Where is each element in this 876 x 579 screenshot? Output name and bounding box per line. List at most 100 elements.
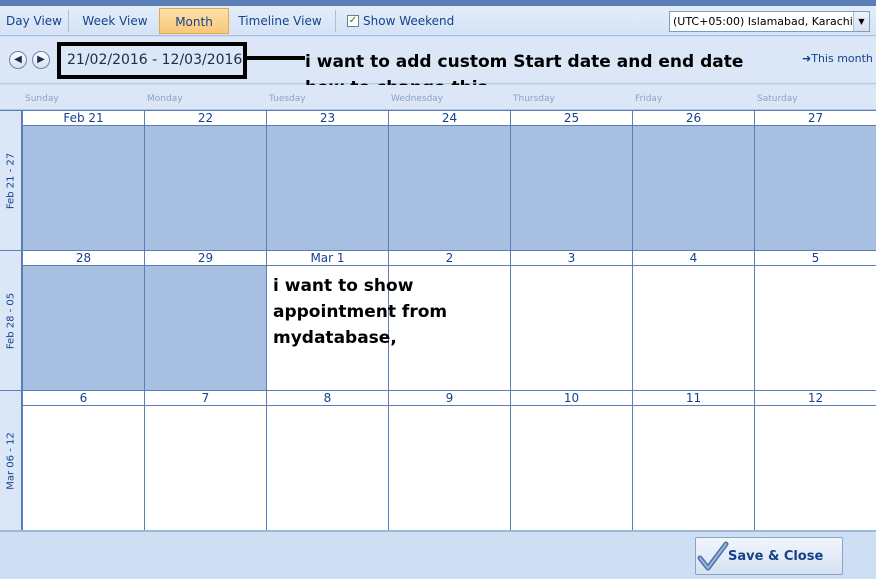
annotation-appointment-text: i want to show appointment from mydataba… (273, 276, 448, 348)
day-cell-body[interactable] (633, 266, 754, 390)
save-close-label: Save & Close (728, 549, 824, 564)
day-cell-body[interactable] (23, 126, 144, 250)
day-cell-body[interactable] (633, 406, 754, 530)
next-period-button[interactable]: ▶ (32, 51, 50, 69)
day-cell[interactable]: 7 (144, 390, 266, 530)
day-number: 8 (267, 391, 388, 406)
view-toolbar: Day View Week View Month View Timeline V… (0, 6, 876, 55)
day-number: 2 (389, 251, 510, 266)
timezone-value: (UTC+05:00) Islamabad, Karachi (673, 15, 853, 28)
day-number: 3 (511, 251, 632, 266)
show-weekend-checkbox[interactable]: ✓ (347, 15, 359, 27)
day-number: Mar 1 (267, 251, 388, 266)
day-cell-body[interactable] (145, 266, 266, 390)
day-of-week-header: Sunday Monday Tuesday Wednesday Thursday… (0, 85, 876, 110)
this-month-label: This month (811, 52, 873, 65)
dow-tuesday: Tuesday (269, 94, 306, 104)
day-cell-body[interactable] (511, 406, 632, 530)
day-cell-body[interactable] (755, 406, 876, 530)
day-cell-body[interactable] (267, 126, 388, 250)
day-cell[interactable]: 25 (510, 110, 632, 250)
day-number: 28 (23, 251, 144, 266)
dow-monday: Monday (147, 94, 183, 104)
dow-saturday: Saturday (757, 94, 798, 104)
day-number: 27 (755, 111, 876, 126)
day-cell[interactable]: 22 (144, 110, 266, 250)
day-cell[interactable]: 10 (510, 390, 632, 530)
save-close-button[interactable]: Save & Close (695, 537, 843, 575)
dow-sunday: Sunday (25, 94, 59, 104)
day-cell-body[interactable] (755, 126, 876, 250)
day-number: 4 (633, 251, 754, 266)
day-number: 22 (145, 111, 266, 126)
day-cell-body[interactable] (23, 406, 144, 530)
day-cell[interactable]: 11 (632, 390, 754, 530)
show-weekend-label: Show Weekend (363, 14, 455, 28)
day-cell[interactable]: 3 (510, 250, 632, 390)
week-row-1: Feb 21 - 27 Feb 21 22 23 24 25 26 27 (0, 110, 876, 250)
day-number: 7 (145, 391, 266, 406)
day-cell-body[interactable] (633, 126, 754, 250)
timezone-select[interactable]: (UTC+05:00) Islamabad, Karachi ▼ (669, 11, 870, 32)
day-cell[interactable]: Feb 21 (22, 110, 144, 250)
day-number: 6 (23, 391, 144, 406)
tab-week-view[interactable]: Week View (74, 8, 156, 34)
day-cell-body[interactable] (389, 126, 510, 250)
day-cell[interactable]: 9 (388, 390, 510, 530)
day-number: 10 (511, 391, 632, 406)
tab-month-view[interactable]: Month View (159, 8, 229, 55)
day-number: 29 (145, 251, 266, 266)
day-cell[interactable]: 6 (22, 390, 144, 530)
arrow-left-icon: ◀ (14, 54, 22, 65)
day-cell[interactable]: 26 (632, 110, 754, 250)
day-cell[interactable]: 23 (266, 110, 388, 250)
date-range-label: 21/02/2016 - 12/03/2016 (67, 52, 243, 68)
day-cell-body[interactable] (23, 266, 144, 390)
dropdown-arrow-icon[interactable]: ▼ (853, 12, 869, 31)
day-cell-body[interactable] (389, 406, 510, 530)
day-cell-body[interactable] (755, 266, 876, 390)
toolbar-divider (68, 10, 69, 32)
day-cell[interactable]: 5 (754, 250, 876, 390)
week-row-3: Mar 06 - 12 6 7 8 9 10 11 12 (0, 390, 876, 530)
arrow-right-icon: ▶ (37, 54, 45, 65)
tab-day-view[interactable]: Day View (4, 8, 64, 34)
toolbar-divider (335, 10, 336, 32)
day-cell[interactable]: 4 (632, 250, 754, 390)
day-number: 26 (633, 111, 754, 126)
day-cell[interactable]: 28 (22, 250, 144, 390)
day-number: 25 (511, 111, 632, 126)
day-number: 5 (755, 251, 876, 266)
day-cell-body[interactable] (511, 126, 632, 250)
day-cell[interactable]: 8 (266, 390, 388, 530)
dow-thursday: Thursday (513, 94, 555, 104)
day-cell[interactable]: 12 (754, 390, 876, 530)
annotation-arrow-line (247, 56, 305, 60)
dow-wednesday: Wednesday (391, 94, 444, 104)
week-label-text: Mar 06 - 12 (5, 431, 16, 490)
week-label: Mar 06 - 12 (0, 390, 22, 530)
day-cell-body[interactable] (267, 406, 388, 530)
day-cell-body[interactable] (511, 266, 632, 390)
previous-period-button[interactable]: ◀ (9, 51, 27, 69)
week-label-text: Feb 28 - 05 (5, 292, 16, 349)
week-label: Feb 28 - 05 (0, 250, 22, 390)
day-cell-body[interactable] (145, 126, 266, 250)
week-label-text: Feb 21 - 27 (5, 152, 16, 209)
day-number: 24 (389, 111, 510, 126)
checkmark-icon: ✓ (348, 15, 358, 26)
day-number: 12 (755, 391, 876, 406)
day-number: 11 (633, 391, 754, 406)
checkmark-icon (697, 541, 729, 571)
date-range-highlight-box: 21/02/2016 - 12/03/2016 (57, 42, 247, 79)
dow-friday: Friday (635, 94, 663, 104)
day-cell[interactable]: 24 (388, 110, 510, 250)
day-cell[interactable]: 27 (754, 110, 876, 250)
day-cell[interactable]: 29 (144, 250, 266, 390)
tab-timeline-view[interactable]: Timeline View (233, 8, 327, 34)
day-number: 9 (389, 391, 510, 406)
arrow-right-icon: ➜ (802, 52, 812, 65)
day-number: Feb 21 (23, 111, 144, 126)
day-cell-body[interactable] (145, 406, 266, 530)
this-month-link[interactable]: ➜This month (802, 52, 873, 65)
